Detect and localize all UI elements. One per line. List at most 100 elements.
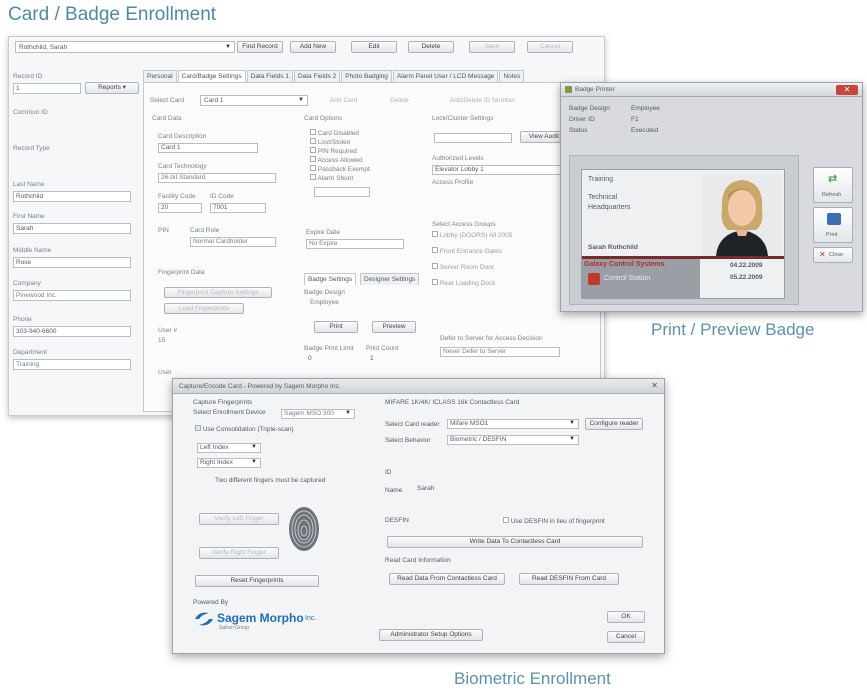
card-footer-band: Galaxy Control Systems Control Station (582, 259, 700, 299)
department-field[interactable]: Training (13, 359, 131, 370)
tab-data-fields-2[interactable]: Data Fields 2 (293, 70, 341, 82)
finger-2-dropdown[interactable]: Right Index ▼ (197, 458, 261, 468)
enrollment-device-dropdown[interactable]: Sagem MSO 300 ▼ (281, 409, 355, 419)
select-card-dropdown[interactable]: Card 1 ▼ (200, 95, 308, 106)
company-field[interactable]: Pinewood Inc. (13, 290, 131, 301)
card-company: Galaxy Control Systems (584, 261, 665, 268)
phone-field[interactable]: 303-940-6600 (13, 326, 131, 337)
tab-notes[interactable]: Notes (499, 70, 525, 82)
preview-button[interactable]: Preview (372, 321, 416, 333)
option-lost-stolen[interactable]: Lost/Stolen (310, 138, 420, 147)
chevron-down-icon: ▼ (251, 459, 257, 465)
access-group-item[interactable]: Server Room Door (432, 263, 542, 279)
capture-encode-title: Capture/Encode Card - Powered by Sagem M… (179, 383, 341, 390)
record-id-field[interactable]: 1 (13, 83, 81, 94)
card-technology-dropdown[interactable]: 26-bit Standard (158, 173, 276, 183)
print-count-label: Print Count (366, 345, 399, 352)
page-title: Card / Badge Enrollment (8, 4, 217, 25)
defer-dropdown[interactable]: Never Defer to Server (440, 347, 560, 357)
card-name: Sarah Rothchild (588, 244, 638, 251)
configure-reader-button[interactable]: Configure reader (585, 418, 643, 430)
reset-fingerprints-button[interactable]: Reset Fingerprints (195, 575, 319, 587)
name-value: Sarah (417, 485, 435, 492)
write-data-button[interactable]: Write Data To Contactless Card (387, 536, 643, 548)
add-new-button[interactable]: Add New (290, 41, 336, 53)
use-desfin-checkbox[interactable]: Use DESFIN in lieu of fingerprint (503, 517, 605, 525)
access-group-item[interactable]: Lobby (DOORS) All 2005 (432, 231, 542, 247)
tab-photo-badging[interactable]: Photo Badging (341, 70, 392, 82)
cancel-button[interactable]: Cancel (607, 631, 645, 643)
authorized-levels-label: Authorized Levels (432, 155, 484, 162)
card-options-extra-field[interactable] (314, 187, 370, 197)
contactless-card-heading: MIFARE 1K/4K/ ICLASS 16k Contactless Car… (385, 399, 520, 406)
option-access-allowed[interactable]: Access Allowed (310, 156, 420, 165)
card-technology-label: Card Technology (158, 163, 207, 170)
close-icon[interactable]: ✕ (836, 85, 858, 95)
fingerprint-image (287, 505, 321, 553)
select-card-reader-label: Select Card reader (385, 421, 440, 428)
administrator-setup-button[interactable]: Administrator Setup Options (379, 629, 483, 641)
use-consolidation-checkbox[interactable]: Use Consolidation (Triple-scan) (195, 425, 294, 433)
add-card-button[interactable]: Add Card (330, 97, 357, 104)
last-name-field[interactable]: Rothchild (13, 191, 131, 202)
badge-print-limit-value: 0 (308, 355, 312, 362)
fingerprint-capture-settings-button[interactable]: Fingerprint Capture Settings (164, 287, 272, 298)
edit-button[interactable]: Edit (351, 41, 397, 53)
add-delete-id-button[interactable]: Add/Delete ID Number (450, 97, 515, 104)
badge-design-label: Badge Design (569, 105, 610, 112)
read-data-button[interactable]: Read Data From Contactless Card (389, 573, 505, 585)
cardholder-select[interactable]: Rothchild, Sarah ▼ (15, 41, 235, 53)
middle-name-field[interactable]: Rose (13, 257, 131, 268)
option-alarm-shunt[interactable]: Alarm Shunt (310, 174, 420, 183)
print-button[interactable]: Print (314, 321, 358, 333)
refresh-button[interactable]: ⇄ Refresh (813, 167, 853, 203)
card-description-field[interactable]: Card 1 (158, 143, 258, 153)
capture-encode-titlebar: Capture/Encode Card - Powered by Sagem M… (173, 379, 664, 394)
badge-printer-window: Badge Printer ✕ Badge Design Employee Dri… (560, 82, 863, 312)
tab-data-fields-1[interactable]: Data Fields 1 (246, 70, 293, 82)
cancel-button[interactable]: Cancel (527, 41, 573, 53)
print-preview-caption: Print / Preview Badge (651, 320, 815, 339)
delete-card-button[interactable]: Delete (390, 97, 409, 104)
facility-code-field[interactable]: 20 (158, 203, 202, 213)
chevron-down-icon: ▼ (225, 44, 231, 50)
delete-button[interactable]: Delete (408, 41, 454, 53)
print-button[interactable]: Print (813, 207, 853, 243)
card-role-dropdown[interactable]: Normal Cardholder (190, 237, 276, 247)
access-group-item[interactable]: Front Entrance Gates (432, 247, 542, 263)
verify-left-finger-button[interactable]: Verify Left Finger (199, 513, 279, 525)
expire-date-field[interactable]: No Expire (306, 239, 404, 249)
tab-designer-settings[interactable]: Designer Settings (360, 273, 420, 285)
find-record-button[interactable]: Find Record (237, 41, 283, 53)
option-passback-exempt[interactable]: Passback Exempt (310, 165, 420, 174)
ok-button[interactable]: OK (607, 611, 645, 623)
load-fingerprints-button[interactable]: Load Fingerprints (164, 303, 244, 314)
close-button[interactable]: ✕ Close (813, 247, 853, 263)
access-groups-list[interactable]: Lobby (DOORS) All 2005 Front Entrance Ga… (432, 231, 542, 295)
read-desfin-button[interactable]: Read DESFIN From Card (519, 573, 619, 585)
option-pin-required[interactable]: PIN Required (310, 147, 420, 156)
defer-label: Defer to Server for Access Decision (440, 335, 543, 342)
id-code-field[interactable]: 7001 (210, 203, 266, 213)
close-icon[interactable]: ✕ (651, 381, 658, 390)
reports-button[interactable]: Reports ▾ (85, 82, 139, 94)
first-name-field[interactable]: Sarah (13, 223, 131, 234)
lock-cluster-field[interactable] (434, 133, 512, 143)
select-behavior-label: Select Behavior (385, 437, 431, 444)
badge-design-value: Employee (310, 299, 339, 306)
tab-badge-settings[interactable]: Badge Settings (304, 273, 357, 285)
behavior-dropdown[interactable]: Biometric / DESFIN ▼ (447, 435, 579, 445)
access-group-item[interactable]: Rear Loading Dock (432, 279, 542, 295)
tab-personal[interactable]: Personal (143, 70, 177, 82)
tab-card-badge-settings[interactable]: Card/Badge Settings (177, 70, 246, 82)
phone-label: Phone (13, 316, 32, 323)
card-reader-dropdown[interactable]: Mifare MSO1 ▼ (447, 419, 579, 429)
tab-alarm-panel[interactable]: Alarm Panel User / LCD Message (392, 70, 499, 82)
option-card-disabled[interactable]: Card Disabled (310, 129, 420, 138)
save-button[interactable]: Save (469, 41, 515, 53)
department-label: Department (13, 349, 47, 356)
verify-right-finger-button[interactable]: Verify Right Finger (199, 547, 279, 559)
authorized-levels-dropdown[interactable]: Elevator Lobby 1 (432, 165, 568, 175)
finger-1-dropdown[interactable]: Left Index ▼ (197, 443, 261, 453)
chevron-down-icon: ▼ (251, 444, 257, 450)
